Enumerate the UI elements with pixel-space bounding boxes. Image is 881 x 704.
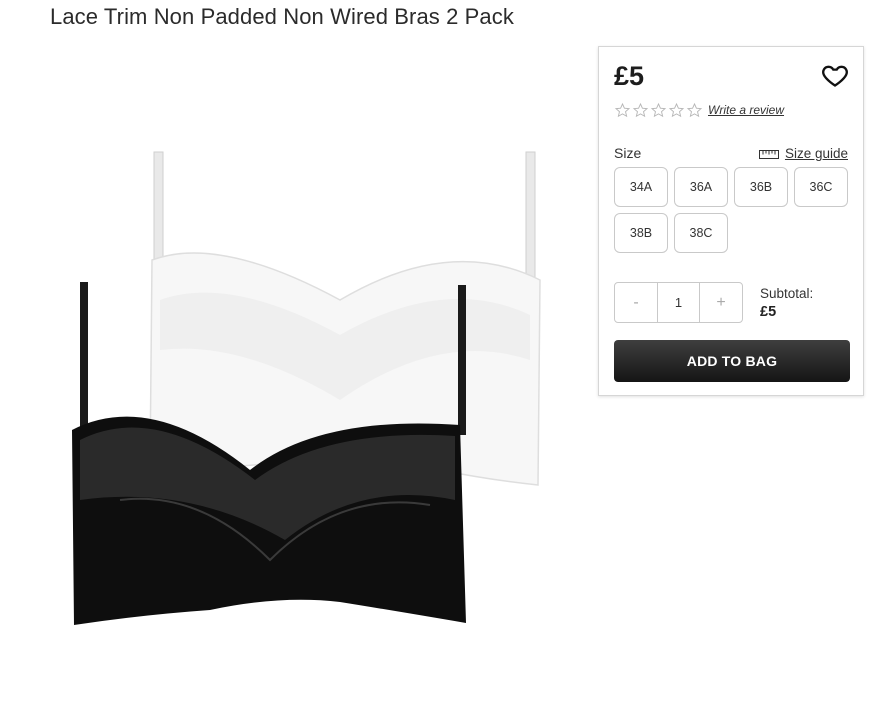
- heart-icon[interactable]: [821, 61, 849, 89]
- star-outline-icon: [650, 102, 667, 118]
- price: £5: [614, 61, 645, 91]
- purchase-panel: £5 Write a review Size Size guide 34A 36…: [598, 46, 864, 396]
- star-outline-icon: [614, 102, 631, 118]
- product-image: [60, 140, 560, 640]
- size-option-36c[interactable]: 36C: [794, 167, 848, 207]
- add-to-bag-button[interactable]: ADD TO BAG: [614, 340, 850, 382]
- size-guide-label: Size guide: [784, 146, 848, 161]
- size-option-36a[interactable]: 36A: [674, 167, 728, 207]
- star-outline-icon: [632, 102, 649, 118]
- size-option-38b[interactable]: 38B: [614, 213, 668, 253]
- star-outline-icon: [668, 102, 685, 118]
- subtotal-label: Subtotal:: [760, 286, 814, 301]
- write-review-link[interactable]: Write a review: [708, 103, 784, 117]
- size-guide-link[interactable]: Size guide: [758, 146, 848, 161]
- ruler-icon: [758, 149, 779, 159]
- size-option-36b[interactable]: 36B: [734, 167, 788, 207]
- size-label: Size: [614, 145, 642, 161]
- quantity-stepper: - 1 +: [614, 282, 743, 323]
- quantity-increase-button[interactable]: +: [700, 283, 742, 322]
- rating-stars: [614, 102, 703, 119]
- quantity-input[interactable]: 1: [657, 283, 700, 322]
- product-title: Lace Trim Non Padded Non Wired Bras 2 Pa…: [50, 4, 514, 29]
- star-outline-icon: [686, 102, 703, 118]
- subtotal-value: £5: [760, 304, 777, 320]
- bras-illustration: [72, 151, 541, 625]
- size-option-38c[interactable]: 38C: [674, 213, 728, 253]
- quantity-decrease-button[interactable]: -: [615, 283, 657, 322]
- size-option-34a[interactable]: 34A: [614, 167, 668, 207]
